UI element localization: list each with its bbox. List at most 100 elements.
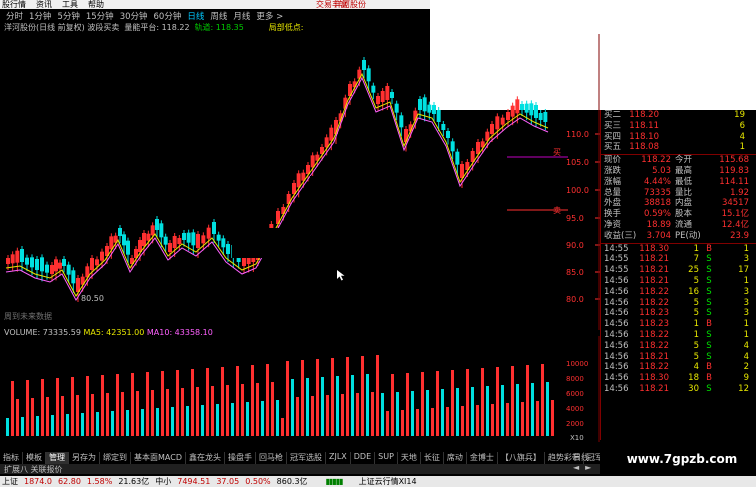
indicator-tab[interactable]: 绑定到 <box>100 452 131 464</box>
tick-row: 14:55 118.21 25 S 17 <box>601 265 756 276</box>
indicator-tab[interactable]: 管理 <box>46 452 69 464</box>
indicator-tab[interactable]: 长征 <box>421 452 444 464</box>
indicator-tab-bar: 指标 模板 管理 另存为 绑定到 基本面MACD 鑫在龙头 操盘手 回马枪 冠军选股 ZJLX DDE… <box>0 452 600 464</box>
black-mask <box>310 176 440 192</box>
stat-label: 最高 <box>675 165 693 176</box>
period-more[interactable]: 更多 > <box>254 10 285 22</box>
stat-value: 12.4亿 <box>721 219 749 230</box>
indicator-tab[interactable]: 模板 <box>23 452 46 464</box>
indicator-tab[interactable]: 指标 <box>0 452 23 464</box>
indicator-tab[interactable]: 回马枪 <box>256 452 287 464</box>
stat-label: 流通 <box>675 219 693 230</box>
period-tab[interactable]: 月线 <box>231 10 252 22</box>
indicator-tab[interactable]: 操盘手 <box>225 452 256 464</box>
indicator-tab[interactable]: 金博士 <box>467 452 498 464</box>
status-mid[interactable]: 中小 <box>155 476 171 487</box>
stat-label: 量比 <box>675 187 693 198</box>
stat-value: 38818 <box>643 198 671 209</box>
period-tab-active[interactable]: 日线 <box>185 10 206 22</box>
day-period-button[interactable]: 日线 <box>573 452 589 463</box>
period-tab[interactable]: 60分钟 <box>152 10 184 22</box>
bid-row: 买五 118.08 1 <box>601 142 756 153</box>
tick-time: 14:56 <box>604 373 629 384</box>
indicator-tab[interactable]: 另存为 <box>69 452 100 464</box>
tick-side: S <box>706 275 712 286</box>
watermark-text: www.7gpzb.com <box>608 442 756 476</box>
status-index[interactable]: 上证 <box>2 476 18 487</box>
period-tab[interactable]: 30分钟 <box>118 10 150 22</box>
tick-side: S <box>706 383 712 394</box>
volume-tick: 10000 <box>566 360 588 368</box>
price-tick: 105.0 <box>566 158 589 167</box>
status-mpct: 0.50% <box>245 477 271 486</box>
prev-page-icon[interactable]: ◄ <box>573 463 579 472</box>
indicator-tab[interactable]: 鑫在龙头 <box>186 452 225 464</box>
indicator-tab[interactable]: 天地 <box>398 452 421 464</box>
tick-row: 14:56 118.21 30 S 12 <box>601 384 756 395</box>
status-val3: 1.58% <box>86 477 113 486</box>
stat-label: 换手 <box>604 209 622 220</box>
bid-label: 买五 <box>604 142 622 153</box>
indicator-tab[interactable]: SUP <box>375 452 398 464</box>
bid-volume: 1 <box>739 142 745 153</box>
tick-price: 118.30 <box>639 373 669 384</box>
next-page-icon[interactable]: ► <box>585 463 591 472</box>
stat-row: 净资 18.89 流通 12.4亿 <box>601 220 756 231</box>
menu-item-news[interactable]: 资讯 <box>36 0 52 9</box>
tick-time: 14:56 <box>604 275 629 286</box>
indicator-label-3: 局部低点: <box>268 23 304 32</box>
tick-price: 118.22 <box>639 297 669 308</box>
indicator-tab[interactable]: ZJLX <box>326 452 351 464</box>
period-tab[interactable]: 周线 <box>208 10 229 22</box>
indicator-tab[interactable]: 冠军选股 <box>287 452 326 464</box>
indicator-tab[interactable]: 席动 <box>444 452 467 464</box>
tick-count: 3 <box>743 254 749 265</box>
tick-count: 4 <box>743 351 749 362</box>
tick-side: S <box>706 286 712 297</box>
tick-count: 12 <box>738 383 749 394</box>
price-axis: 110.0 105.0 100.0 95.0 90.0 85.0 80.0 <box>566 34 600 330</box>
stat-row: 涨幅 4.44% 最低 114.11 <box>601 177 756 188</box>
tick-time: 14:56 <box>604 340 629 351</box>
indicator-label-1: 量能平台: 118.22 <box>124 23 190 32</box>
tick-price: 118.30 <box>639 243 669 254</box>
stat-row: 收益(三) 3.704 PE(动) 23.9 <box>601 231 756 242</box>
chart-title: 洋河股份(日线 前复权) 波段买卖 <box>4 23 120 32</box>
tick-volume: 25 <box>688 265 699 276</box>
stat-row: 换手 0.59% 股本 15.1亿 <box>601 209 756 220</box>
volume-axis: 10000 8000 6000 4000 2000 <box>566 336 600 442</box>
volume-chart[interactable]: 10000 8000 6000 4000 2000 X10 <box>0 336 600 442</box>
tick-price: 118.21 <box>639 383 669 394</box>
stat-label: 现价 <box>604 155 622 166</box>
period-tab[interactable]: 分时 <box>4 10 25 22</box>
period-tab[interactable]: 15分钟 <box>84 10 116 22</box>
stat-label: 最低 <box>675 176 693 187</box>
tick-volume: 1 <box>693 243 699 254</box>
stat-value: 18.89 <box>646 219 671 230</box>
menu-center-text: 交易丰富 <box>316 0 348 9</box>
bid-price: 118.20 <box>629 110 659 120</box>
stat-value: 0.59% <box>643 209 671 220</box>
indicator-tab[interactable]: DDE <box>351 452 376 464</box>
tick-time: 14:55 <box>604 265 629 276</box>
indicator-tab[interactable]: 基本面MACD <box>131 452 186 464</box>
tick-price: 118.22 <box>639 286 669 297</box>
tick-side: S <box>706 265 712 276</box>
bid-price: 118.10 <box>629 131 659 142</box>
volume-tick: 2000 <box>566 420 584 428</box>
stat-value: 34517 <box>721 198 749 209</box>
menu-item-quote[interactable]: 股行情 <box>2 0 26 9</box>
stat-value: 3.704 <box>646 230 671 241</box>
price-chart[interactable]: 110.0 105.0 100.0 95.0 90.0 85.0 80.0 80.50 周到… <box>0 34 600 330</box>
menu-item-tools[interactable]: 工具 <box>62 0 78 9</box>
menu-item-help[interactable]: 帮助 <box>88 0 104 9</box>
status-right: 上证云行情XI14 <box>358 477 417 486</box>
bid-volume: 4 <box>739 131 745 142</box>
tick-volume: 30 <box>688 383 699 394</box>
tick-row: 14:56 118.22 5 S 3 <box>601 298 756 309</box>
tick-price: 118.21 <box>639 265 669 276</box>
tab-bar-row2[interactable]: 扩展八 关联报价 <box>0 464 600 474</box>
period-tab[interactable]: 1分钟 <box>27 10 53 22</box>
period-tab[interactable]: 5分钟 <box>55 10 81 22</box>
indicator-tab[interactable]: 【八旗兵】 <box>498 452 545 464</box>
